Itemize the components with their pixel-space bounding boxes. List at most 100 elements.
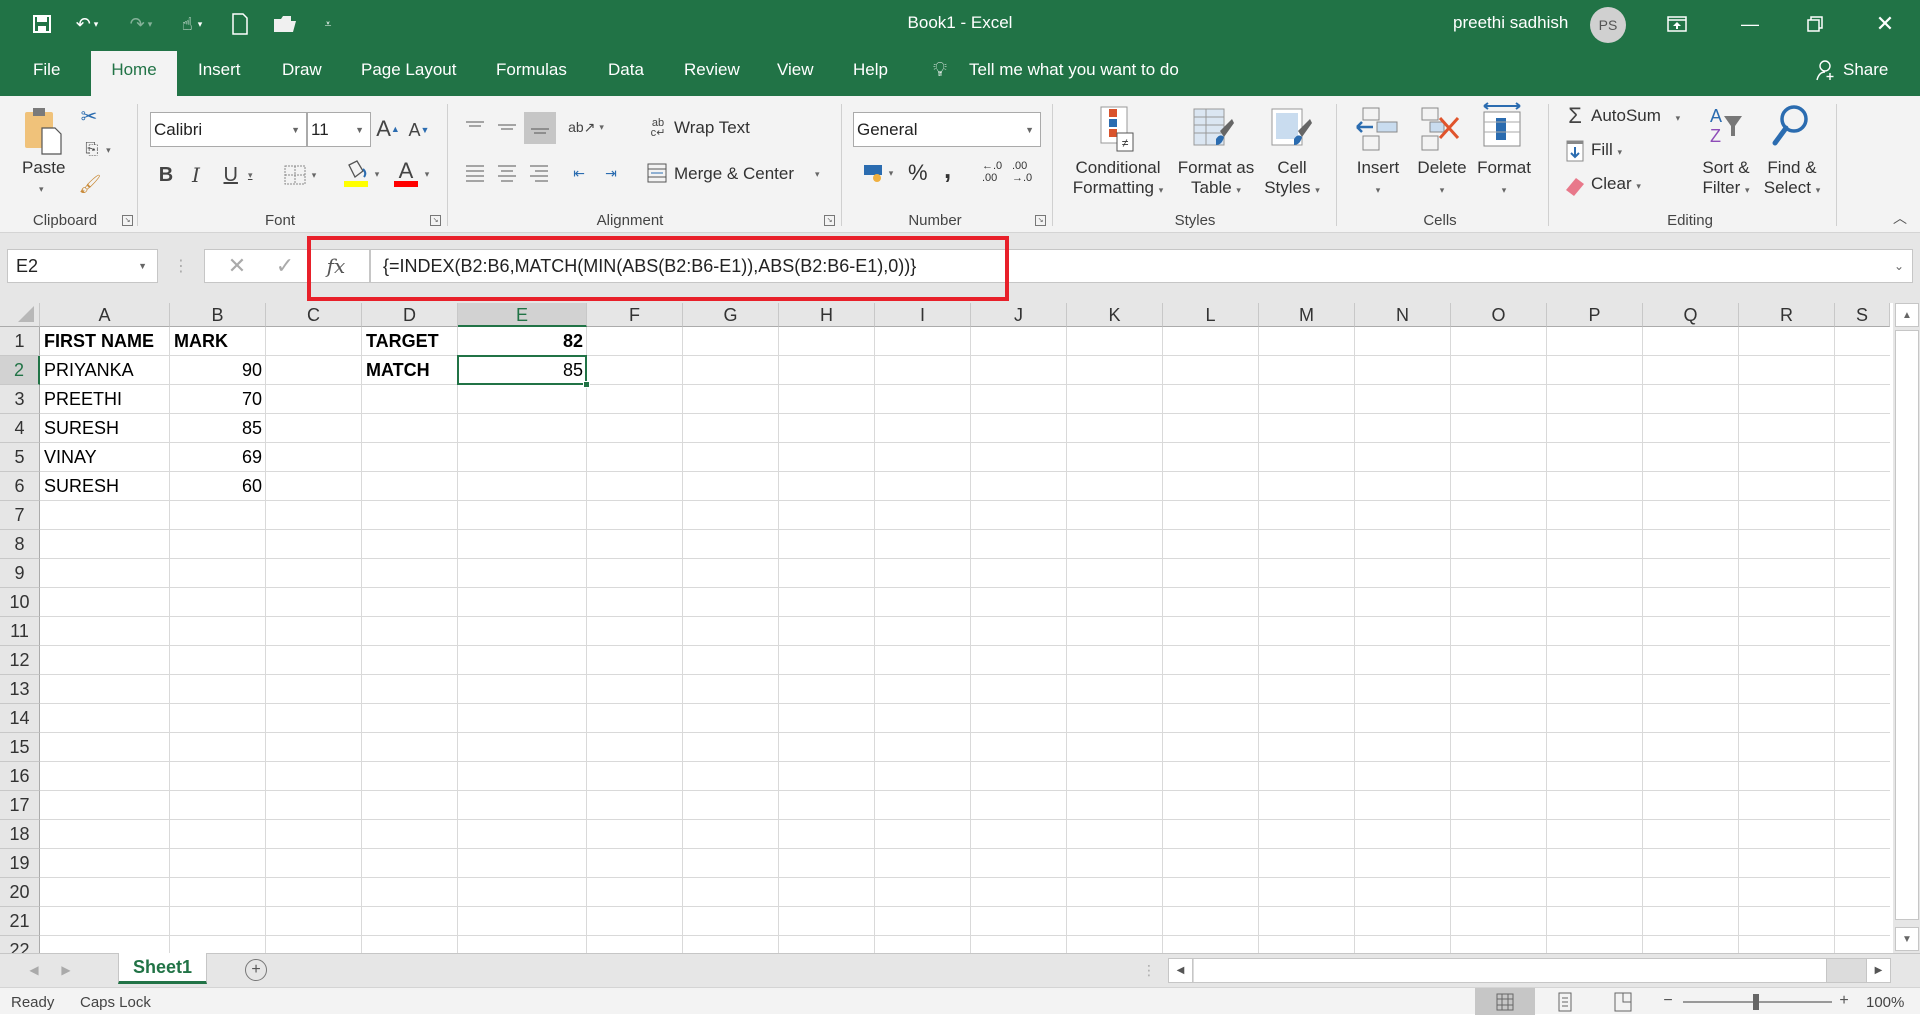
avatar[interactable]: PS <box>1590 7 1626 43</box>
cell-D1[interactable]: TARGET <box>362 327 458 356</box>
increase-decimal-button[interactable]: ←.0 .00 <box>982 160 1004 184</box>
cell-D2[interactable]: MATCH <box>362 356 458 385</box>
clear-button[interactable]: Clear ▾ <box>1591 174 1641 194</box>
column-header-J[interactable]: J <box>971 303 1067 327</box>
middle-align-icon[interactable] <box>494 114 520 140</box>
name-box[interactable]: E2 ▼ <box>7 249 158 283</box>
increase-indent-icon[interactable]: ⇥ <box>598 160 624 186</box>
clipboard-launcher-icon[interactable]: ↘ <box>122 215 133 226</box>
tab-help[interactable]: Help <box>850 52 891 88</box>
autosum-button[interactable]: AutoSum ▾ <box>1591 106 1680 126</box>
paste-button[interactable]: Paste <box>22 158 65 178</box>
vertical-scroll-thumb[interactable] <box>1895 330 1919 920</box>
comma-style-button[interactable]: , <box>944 154 951 185</box>
zoom-slider-thumb[interactable] <box>1753 994 1759 1010</box>
cell-A2[interactable]: PRIYANKA <box>40 356 170 385</box>
share-button[interactable]: Share <box>1840 52 1891 88</box>
next-sheet-icon[interactable]: ▶ <box>58 960 74 980</box>
row-header-1[interactable]: 1 <box>0 327 40 356</box>
column-header-R[interactable]: R <box>1739 303 1835 327</box>
font-name-select[interactable]: Calibri ▼ <box>150 112 307 147</box>
page-layout-view-icon[interactable] <box>1550 988 1580 1015</box>
row-header-21[interactable]: 21 <box>0 907 40 936</box>
zoom-out-icon[interactable]: − <box>1660 990 1676 1012</box>
cancel-icon[interactable]: ✕ <box>223 252 251 280</box>
enter-icon[interactable]: ✓ <box>271 252 299 280</box>
scroll-right-button[interactable]: ▶ <box>1866 959 1890 982</box>
font-color-icon[interactable]: A ▾ <box>388 158 434 190</box>
cell-A4[interactable]: SURESH <box>40 414 170 443</box>
paste-dropdown[interactable]: ▾ <box>39 184 44 195</box>
align-left-icon[interactable] <box>462 160 488 186</box>
active-cell[interactable] <box>457 355 587 385</box>
new-sheet-icon[interactable]: + <box>245 959 267 981</box>
font-launcher-icon[interactable]: ↘ <box>430 215 441 226</box>
column-header-E[interactable]: E <box>458 303 587 327</box>
tab-insert[interactable]: Insert <box>195 52 244 88</box>
tab-file[interactable]: File <box>30 52 63 88</box>
sheet-tab-sheet1[interactable]: Sheet1 <box>118 953 207 984</box>
delete-cells-button[interactable]: Delete ▾ <box>1416 158 1468 198</box>
row-header-12[interactable]: 12 <box>0 646 40 675</box>
row-header-19[interactable]: 19 <box>0 849 40 878</box>
row-header-11[interactable]: 11 <box>0 617 40 646</box>
column-header-I[interactable]: I <box>875 303 971 327</box>
scroll-down-button[interactable]: ▼ <box>1895 927 1919 951</box>
row-header-8[interactable]: 8 <box>0 530 40 559</box>
bottom-align-icon[interactable] <box>524 112 556 144</box>
row-header-6[interactable]: 6 <box>0 472 40 501</box>
row-header-22[interactable]: 22 <box>0 936 40 953</box>
zoom-in-icon[interactable]: + <box>1836 990 1852 1012</box>
bold-icon[interactable]: B <box>156 162 176 188</box>
restore-icon[interactable] <box>1792 8 1838 40</box>
formula-bar-grip-icon[interactable]: ⋮ <box>173 253 189 279</box>
row-header-4[interactable]: 4 <box>0 414 40 443</box>
copy-icon[interactable]: ⎘ ▾ <box>78 138 118 162</box>
select-all-corner[interactable] <box>0 303 40 327</box>
top-align-icon[interactable] <box>462 114 488 140</box>
row-header-5[interactable]: 5 <box>0 443 40 472</box>
insert-cells-button[interactable]: Insert ▾ <box>1356 158 1400 198</box>
column-header-K[interactable]: K <box>1067 303 1163 327</box>
tab-data[interactable]: Data <box>605 52 647 88</box>
increase-font-size-icon[interactable]: A ▲ <box>376 114 400 144</box>
align-center-icon[interactable] <box>494 160 520 186</box>
tab-view[interactable]: View <box>774 52 817 88</box>
align-right-icon[interactable] <box>526 160 552 186</box>
cell-B5[interactable]: 69 <box>170 443 266 472</box>
cut-icon[interactable]: ✂ <box>78 104 100 128</box>
fill-handle[interactable] <box>583 381 590 388</box>
column-header-S[interactable]: S <box>1835 303 1890 327</box>
fill-button[interactable]: Fill ▾ <box>1591 140 1622 160</box>
scroll-up-button[interactable]: ▲ <box>1895 303 1919 327</box>
formula-input[interactable]: {=INDEX(B2:B6,MATCH(MIN(ABS(B2:B6-E1)),A… <box>370 249 1913 283</box>
column-header-C[interactable]: C <box>266 303 362 327</box>
merge-center-dropdown[interactable]: ▾ <box>815 169 820 180</box>
orientation-icon[interactable]: ab↗ ▾ <box>566 114 606 140</box>
row-header-15[interactable]: 15 <box>0 733 40 762</box>
tab-split-grip-icon[interactable]: ⋮ <box>1142 960 1156 980</box>
column-header-A[interactable]: A <box>40 303 170 327</box>
zoom-level[interactable]: 100% <box>1866 994 1904 1011</box>
sort-filter-button[interactable]: Sort & Filter ▾ <box>1698 158 1754 198</box>
column-header-O[interactable]: O <box>1451 303 1547 327</box>
tab-formulas[interactable]: Formulas <box>493 52 570 88</box>
tab-review[interactable]: Review <box>681 52 743 88</box>
format-as-table-button[interactable]: Format as Table ▾ <box>1172 158 1260 198</box>
number-format-select[interactable]: General ▼ <box>853 112 1041 147</box>
row-header-9[interactable]: 9 <box>0 559 40 588</box>
cell-B6[interactable]: 60 <box>170 472 266 501</box>
column-header-D[interactable]: D <box>362 303 458 327</box>
column-header-F[interactable]: F <box>587 303 683 327</box>
italic-icon[interactable]: I <box>186 162 206 188</box>
minimize-icon[interactable]: — <box>1727 8 1773 40</box>
row-header-17[interactable]: 17 <box>0 791 40 820</box>
accounting-format-icon[interactable]: ▾ <box>856 160 900 186</box>
insert-function-icon[interactable]: fx <box>319 252 353 280</box>
cell-A5[interactable]: VINAY <box>40 443 170 472</box>
collapse-ribbon-icon[interactable]: ︿ <box>1890 208 1910 228</box>
cell-B2[interactable]: 90 <box>170 356 266 385</box>
format-painter-icon[interactable]: 🖌︎ <box>78 172 102 196</box>
row-header-14[interactable]: 14 <box>0 704 40 733</box>
column-header-B[interactable]: B <box>170 303 266 327</box>
